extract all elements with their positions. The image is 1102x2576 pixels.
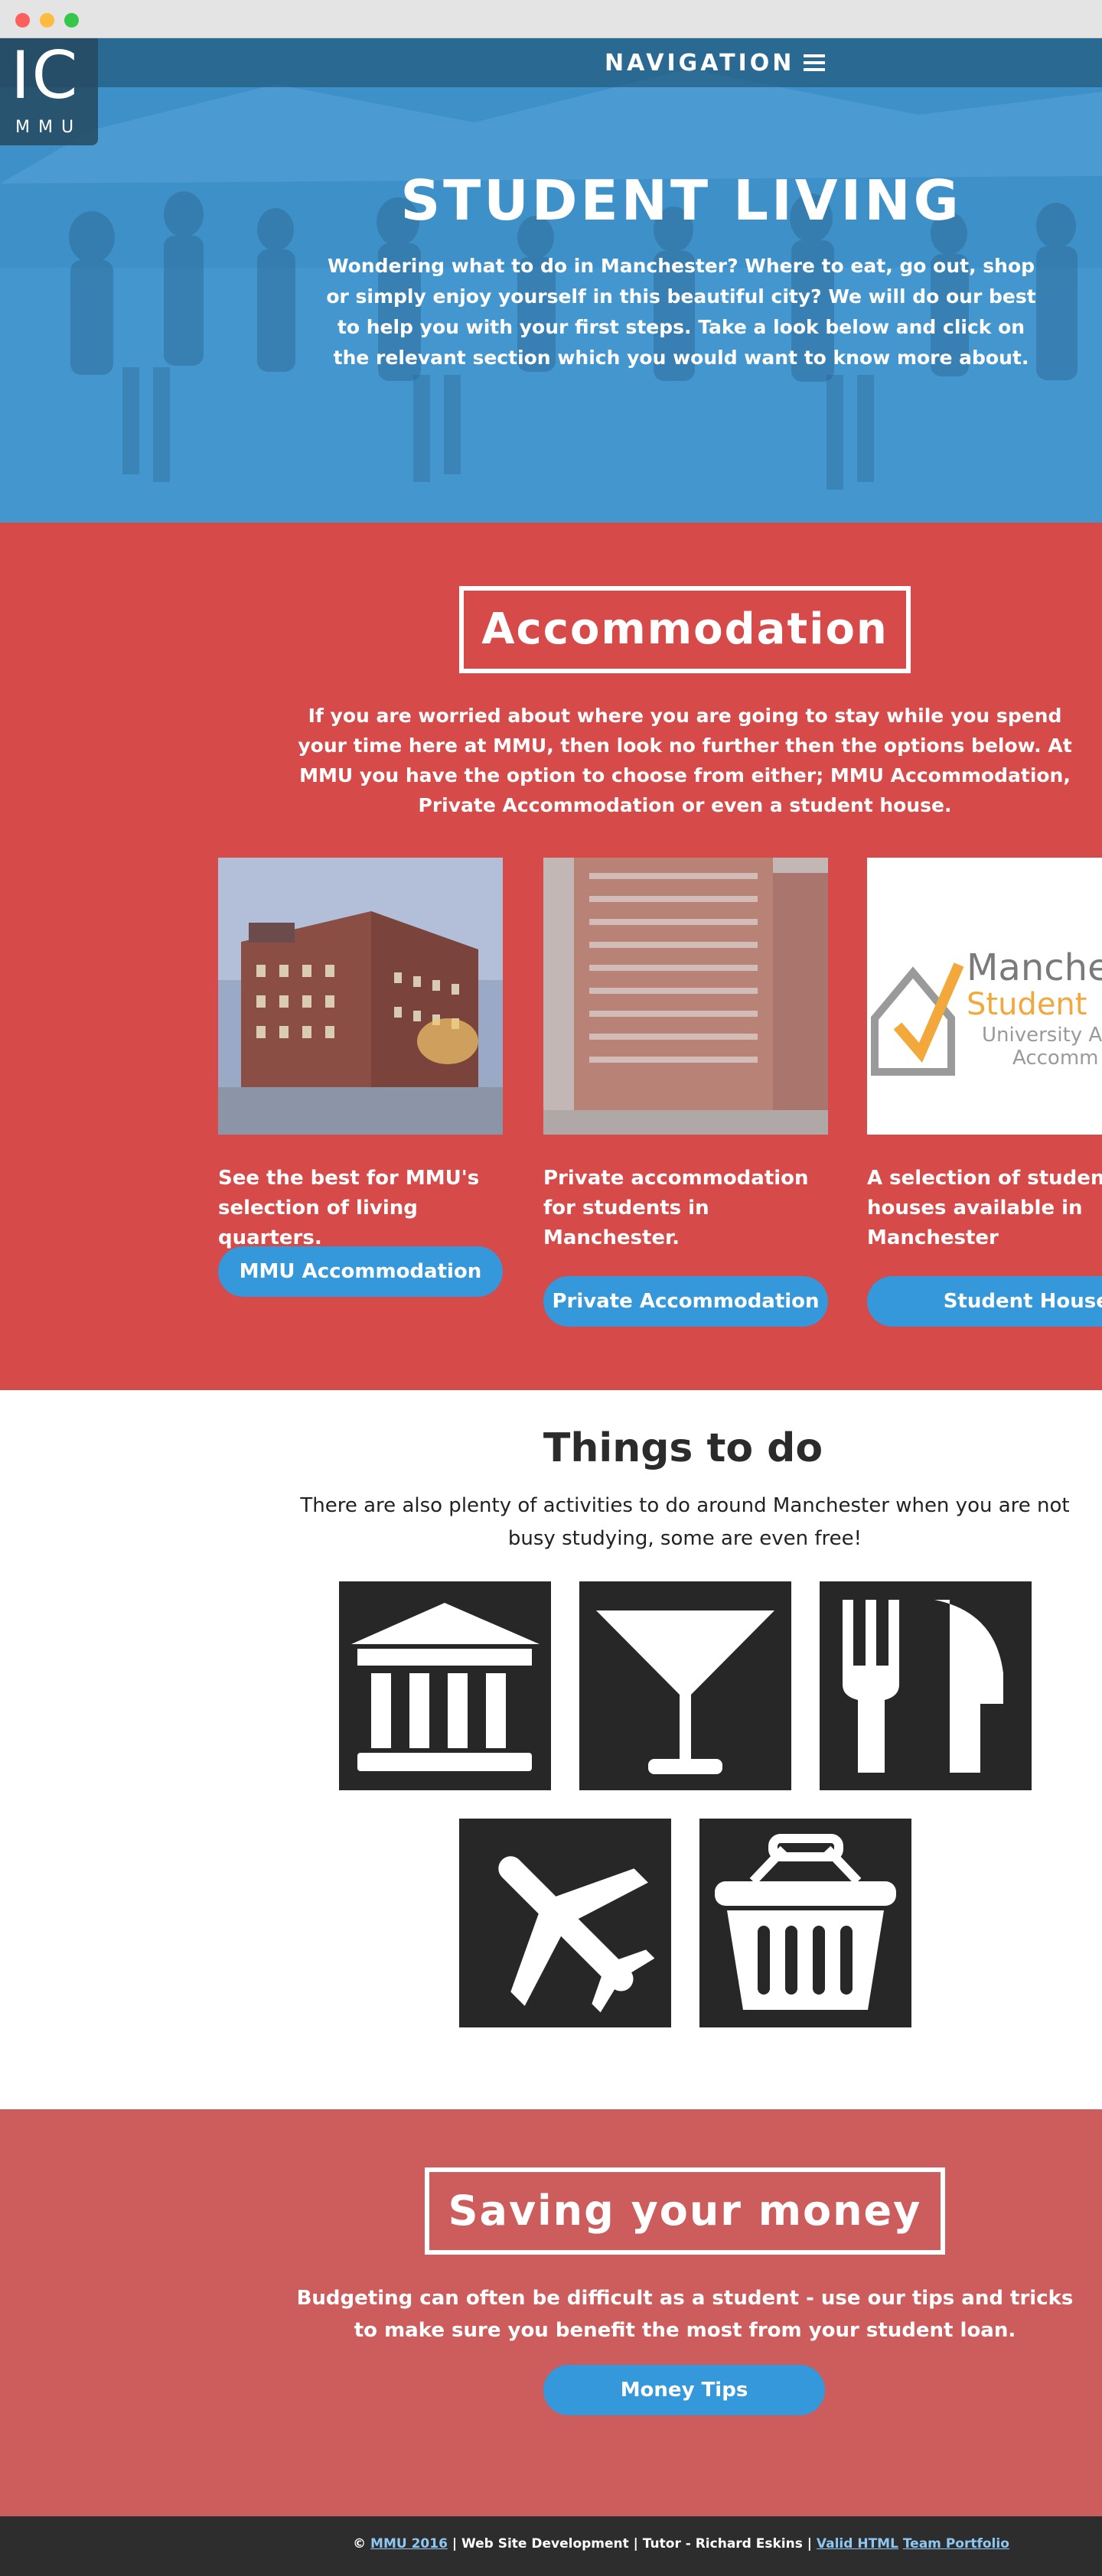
restaurants-tile[interactable] xyxy=(820,1581,1032,1790)
logo-subtitle: MMU xyxy=(15,118,83,137)
cocktail-glass-icon xyxy=(596,1610,774,1774)
saving-money-heading: Saving your money xyxy=(425,2167,945,2255)
saving-money-section: Saving your money Budgeting can often be… xyxy=(0,2109,1102,2516)
svg-text:Student: Student xyxy=(967,987,1087,1022)
things-to-do-heading: Things to do xyxy=(543,1425,823,1471)
maximize-window-button[interactable] xyxy=(64,13,79,28)
private-accommodation-image xyxy=(543,858,828,1135)
manchester-student-homes-image: Manche Student University A Accomm xyxy=(867,858,1102,1135)
accommodation-intro-text: If you are worried about where you are g… xyxy=(298,705,1072,816)
navigation-label: NAVIGATION xyxy=(605,49,795,77)
mmu-building-image xyxy=(218,858,503,1135)
museum-icon xyxy=(351,1603,540,1771)
close-window-button[interactable] xyxy=(15,13,30,28)
travel-tile[interactable] xyxy=(459,1819,671,2027)
logo-initials: IC xyxy=(11,38,80,114)
minimize-window-button[interactable] xyxy=(40,13,54,28)
nightlife-tile[interactable] xyxy=(579,1581,791,1790)
site-logo[interactable]: IC MMU xyxy=(0,38,98,145)
svg-text:University A: University A xyxy=(982,1024,1102,1047)
shopping-basket-icon xyxy=(715,1834,896,2010)
team-portfolio-link[interactable]: Team Portfolio xyxy=(903,2536,1009,2552)
money-tips-button[interactable]: Money Tips xyxy=(543,2365,825,2415)
navigation-toggle-button[interactable]: NAVIGATION xyxy=(605,47,826,78)
saving-money-text: Budgeting can often be difficult as a st… xyxy=(296,2287,1074,2342)
top-navigation-bar: NAVIGATION xyxy=(0,38,1102,87)
hamburger-menu-icon xyxy=(804,54,826,71)
hero-intro-text: Wondering what to do in Manchester? Wher… xyxy=(326,255,1036,369)
accommodation-card-text: A selection of student houses available … xyxy=(867,1167,1102,1249)
browser-titlebar xyxy=(0,0,1102,38)
valid-html-link[interactable]: Valid HTML xyxy=(817,2536,898,2552)
mmu-accommodation-button[interactable]: MMU Accommodation xyxy=(218,1246,503,1297)
accommodation-card-text: Private accommodation for students in Ma… xyxy=(543,1167,809,1249)
fork-knife-icon xyxy=(843,1600,1003,1773)
shopping-tile[interactable] xyxy=(699,1819,911,2027)
copyright-symbol: © xyxy=(353,2536,367,2552)
things-to-do-section: Things to do There are also plenty of ac… xyxy=(0,1390,1102,2109)
copyright-link[interactable]: MMU 2016 xyxy=(370,2536,448,2552)
footer-credits: | Web Site Development | Tutor - Richard… xyxy=(447,2536,817,2552)
svg-text:Accomm: Accomm xyxy=(1012,1047,1098,1070)
svg-text:Manche: Manche xyxy=(967,946,1102,989)
museums-tile[interactable] xyxy=(339,1581,551,1790)
accommodation-card-text: See the best for MMU's selection of livi… xyxy=(218,1167,480,1249)
airplane-icon xyxy=(498,1856,655,2013)
private-accommodation-button[interactable]: Private Accommodation xyxy=(543,1276,828,1327)
accommodation-heading: Accommodation xyxy=(459,586,911,673)
hero-section: NAVIGATION IC MMU STUDENT LIVING Wonderi… xyxy=(0,38,1102,523)
footer-text: © MMU 2016 | Web Site Development | Tuto… xyxy=(0,2536,1102,2552)
things-to-do-text: There are also plenty of activities to d… xyxy=(300,1494,1070,1550)
accommodation-section: Accommodation If you are worried about w… xyxy=(0,523,1102,1390)
student-houses-button[interactable]: Student Houses xyxy=(867,1276,1102,1327)
page-title: STUDENT LIVING xyxy=(400,168,962,233)
page-footer: © MMU 2016 | Web Site Development | Tuto… xyxy=(0,2516,1102,2576)
